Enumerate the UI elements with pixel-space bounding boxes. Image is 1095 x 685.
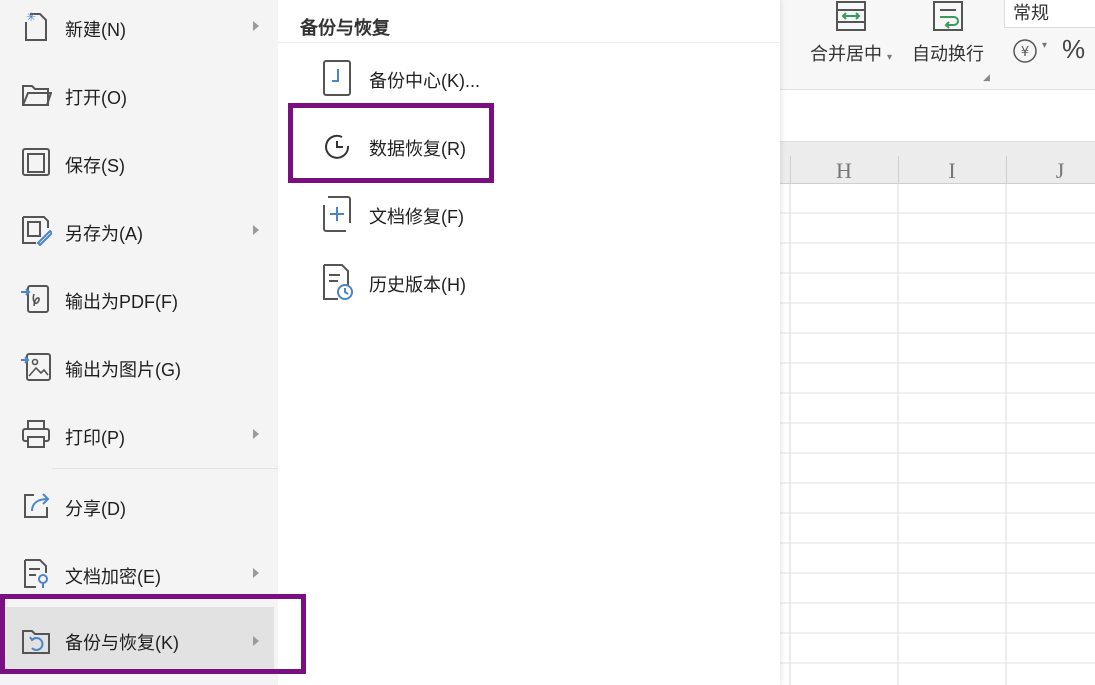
printer-icon (22, 420, 50, 448)
menu-item-backup-restore[interactable]: 备份与恢复(K) (0, 607, 274, 673)
data-recovery-icon (325, 134, 350, 159)
menu-divider (52, 468, 278, 469)
percent-button[interactable]: % (1062, 34, 1085, 65)
merge-dropdown-icon[interactable]: ▾ (887, 52, 892, 63)
currency-dropdown-icon[interactable]: ▾ (1042, 40, 1047, 51)
number-format-select[interactable]: 常规 (1004, 0, 1095, 28)
formula-bar (780, 90, 1095, 142)
submenu-arrow-icon (253, 21, 259, 31)
document-repair-icon (323, 196, 351, 232)
number-format-tools: ¥ ▾ % (1012, 34, 1095, 66)
wrap-text-label: 自动换行 (912, 44, 984, 64)
backup-restore-submenu: 备份与恢复 备份中心(K)... 数据恢复(R) 文档修复(F) 历史版本(H) (278, 0, 780, 685)
document-repair-item[interactable]: 文档修复(F) (278, 181, 780, 247)
data-recovery-label: 数据恢复(R) (369, 139, 466, 159)
column-header-h[interactable]: H (790, 142, 898, 184)
menu-item-export-image[interactable]: 输出为图片(G) (0, 332, 274, 398)
submenu-title: 备份与恢复 (300, 18, 390, 38)
backup-center-label: 备份中心(K)... (369, 71, 480, 91)
submenu-arrow-icon (253, 636, 259, 646)
submenu-arrow-icon (253, 568, 259, 578)
share-icon (24, 493, 50, 518)
merge-center-icon (836, 1, 867, 31)
menu-item-open-label: 打开(O) (65, 88, 127, 108)
history-version-label: 历史版本(H) (369, 275, 466, 295)
column-header-row: H I J (780, 142, 1095, 184)
history-version-icon (323, 264, 353, 300)
backup-center-icon (323, 60, 351, 96)
document-repair-label: 文档修复(F) (369, 207, 464, 227)
menu-item-print[interactable]: 打印(P) (0, 400, 274, 466)
menu-item-encrypt-label: 文档加密(E) (65, 567, 161, 587)
save-as-icon (22, 216, 52, 246)
submenu-arrow-icon (253, 429, 259, 439)
svg-text:¥: ¥ (1021, 45, 1029, 60)
submenu-divider (278, 42, 780, 43)
export-image-icon (21, 353, 51, 381)
menu-item-export-pdf[interactable]: 输出为PDF(F) (0, 264, 274, 330)
menu-item-save-as-label: 另存为(A) (65, 224, 143, 244)
folder-open-icon (22, 85, 52, 106)
spreadsheet-grid[interactable] (780, 184, 1095, 685)
export-pdf-icon (21, 285, 49, 313)
backup-restore-icon (22, 630, 50, 654)
menu-item-print-label: 打印(P) (65, 428, 125, 448)
menu-item-share[interactable]: 分享(D) (0, 471, 274, 537)
menu-item-save[interactable]: 保存(S) (0, 128, 274, 194)
history-version-item[interactable]: 历史版本(H) (278, 249, 780, 315)
data-recovery-item[interactable]: 数据恢复(R) (278, 113, 780, 179)
save-icon (22, 148, 50, 176)
currency-icon[interactable]: ¥ (1012, 38, 1038, 64)
menu-item-open[interactable]: 打开(O) (0, 60, 274, 126)
column-header-j[interactable]: J (1006, 142, 1095, 184)
menu-item-new-label: 新建(N) (65, 20, 126, 40)
submenu-arrow-icon (253, 225, 259, 235)
merge-center-label: 合并居中 (810, 44, 882, 64)
menu-item-encrypt[interactable]: 文档加密(E) (0, 539, 274, 605)
column-header-i[interactable]: I (898, 142, 1006, 184)
dialog-launcher-icon[interactable]: ◢ (983, 72, 990, 83)
new-file-icon: ✳ (25, 10, 47, 41)
backup-center-item[interactable]: 备份中心(K)... (278, 45, 780, 111)
menu-item-share-label: 分享(D) (65, 499, 126, 519)
ribbon-toolbar: 合并居中 ▾ 自动换行 常规 ¥ ▾ % ◢ (780, 0, 1095, 90)
wrap-text-button[interactable]: 自动换行 (912, 0, 984, 66)
merge-center-button[interactable]: 合并居中 ▾ (810, 0, 892, 66)
menu-item-new[interactable]: ✳ 新建(N) (0, 0, 274, 58)
menu-item-backup-restore-label: 备份与恢复(K) (65, 633, 179, 653)
menu-item-save-label: 保存(S) (65, 156, 125, 176)
encrypt-document-icon (24, 559, 48, 588)
wrap-text-icon (933, 1, 963, 31)
grid-lines (780, 184, 1095, 685)
menu-item-export-pdf-label: 输出为PDF(F) (65, 292, 178, 312)
file-menu: ✳ 新建(N) 打开(O) 保存(S) 另存为(A) 输出为PDF(F) 输出为… (0, 0, 278, 685)
svg-text:✳: ✳ (26, 10, 36, 24)
menu-item-export-image-label: 输出为图片(G) (65, 360, 181, 380)
menu-item-save-as[interactable]: 另存为(A) (0, 196, 274, 262)
